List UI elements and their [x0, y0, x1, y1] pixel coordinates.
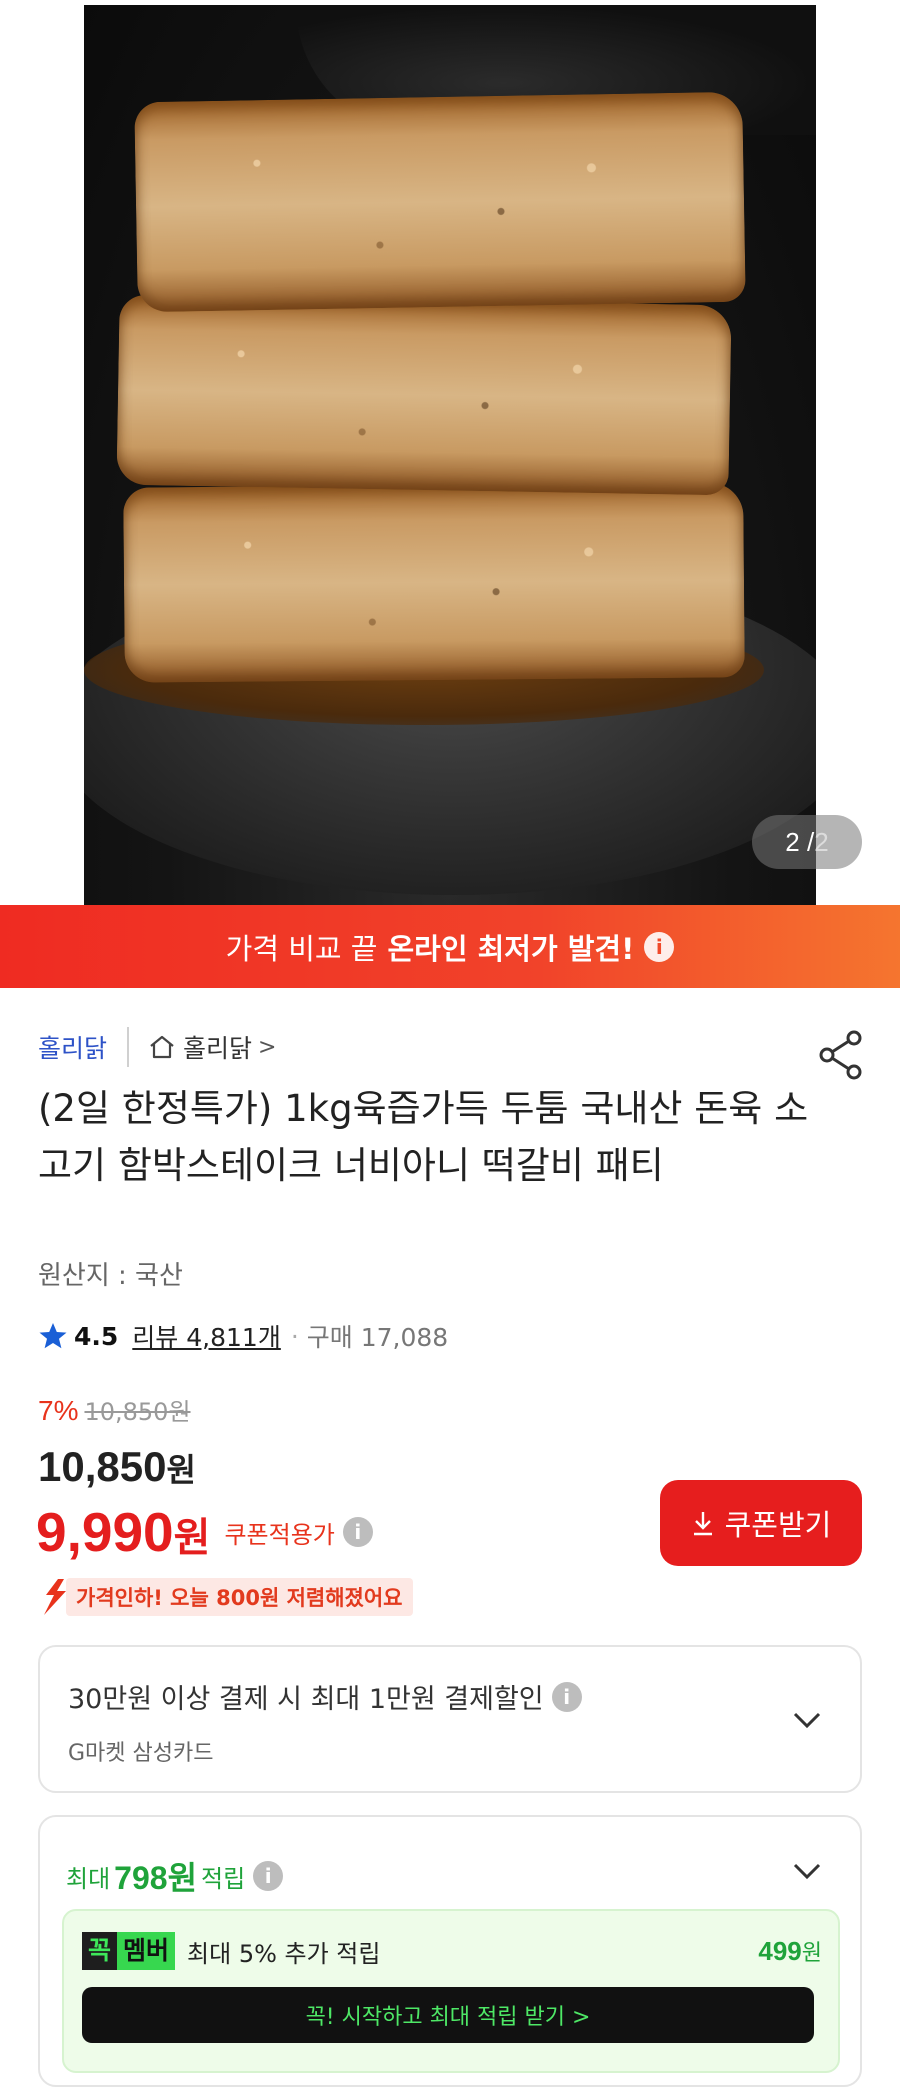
member-start-button[interactable]: 꼭! 시작하고 최대 적립 받기 > — [82, 1987, 814, 2043]
purchase-count: 구매 17,088 — [306, 1323, 449, 1352]
sale-price: 10,850원 — [38, 1443, 196, 1491]
points-suffix: 적립 — [201, 1864, 246, 1893]
info-icon[interactable]: i — [551, 1681, 582, 1712]
get-coupon-label: 쿠폰받기 — [724, 1508, 832, 1542]
member-amount-unit: 원 — [801, 1940, 822, 1965]
member-amount: 499원 — [758, 1935, 822, 1967]
info-icon[interactable]: i — [644, 931, 675, 962]
lowest-price-banner[interactable]: 가격 비교 끝 온라인 최저가 발견! i — [0, 905, 900, 988]
member-logo-b: 멤버 — [117, 1932, 176, 1970]
share-icon[interactable] — [818, 1030, 866, 1080]
divider — [127, 1027, 130, 1067]
chevron-down-icon[interactable] — [792, 1710, 822, 1730]
image-counter-current: 2 / — [785, 827, 815, 857]
points-amount: 798원 — [114, 1860, 198, 1896]
coupon-price-row: 9,990원 쿠폰적용가 i — [36, 1500, 373, 1564]
rating-score: 4.5 — [74, 1321, 119, 1351]
coupon-price-number: 9,990 — [36, 1501, 174, 1563]
home-icon — [150, 1035, 174, 1059]
get-coupon-button[interactable]: 쿠폰받기 — [660, 1480, 862, 1566]
image-counter: 2 /2 — [752, 815, 862, 869]
chevron-down-icon[interactable] — [792, 1861, 822, 1881]
reviews-link[interactable]: 리뷰 4,811개 — [132, 1318, 281, 1354]
seller-row: 홀리닭 홀리닭 > — [38, 1025, 276, 1069]
discount-rate: 7% — [38, 1395, 79, 1426]
patty-middle — [116, 294, 732, 496]
image-counter-total: 2 — [814, 827, 829, 857]
member-amount-number: 499 — [758, 1936, 802, 1966]
price-drop-text: 가격인하! 오늘 800원 저렴해졌어요 — [66, 1578, 413, 1616]
card-name: G마켓 삼성카드 — [68, 1741, 214, 1766]
chevron-right-icon: > — [258, 1034, 277, 1060]
card-discount-line: 30만원 이상 결제 시 최대 1만원 결제할인 i — [68, 1677, 582, 1716]
member-row: 꼭 멤버 최대 5% 추가 적립 499원 — [82, 1931, 822, 1971]
member-promo: 꼭 멤버 최대 5% 추가 적립 499원 꼭! 시작하고 최대 적립 받기 > — [62, 1909, 840, 2073]
member-logo-a: 꼭 — [82, 1932, 118, 1970]
coupon-price: 9,990원 — [36, 1500, 210, 1564]
patty-bottom — [123, 482, 745, 683]
rating-row: 4.5 리뷰 4,811개 · 구매 17,088 — [38, 1318, 448, 1354]
sale-price-unit: 원 — [166, 1452, 196, 1488]
info-icon[interactable]: i — [253, 1861, 284, 1891]
price-drop-badge: 가격인하! 오늘 800원 저렴해졌어요 — [38, 1577, 413, 1617]
points-box: 최대 798원 적립 i 꼭 멤버 최대 5% 추가 적립 499원 꼭! 시작하… — [38, 1815, 862, 2087]
coupon-price-label: 쿠폰적용가 — [224, 1520, 335, 1549]
original-price: 10,850원 — [84, 1398, 191, 1426]
banner-highlight: 온라인 최저가 발견! — [387, 931, 635, 966]
coupon-price-unit: 원 — [173, 1516, 211, 1560]
card-discount-box[interactable]: 30만원 이상 결제 시 최대 1만원 결제할인 i G마켓 삼성카드 — [38, 1645, 862, 1793]
card-discount-text: 30만원 이상 결제 시 최대 1만원 결제할인 — [68, 1684, 544, 1715]
sale-price-number: 10,850 — [38, 1443, 167, 1490]
star-icon — [39, 1323, 67, 1349]
points-header: 최대 798원 적립 i — [66, 1853, 284, 1899]
member-logo: 꼭 멤버 — [82, 1932, 176, 1970]
origin-text: 원산지 : 국산 — [38, 1261, 183, 1291]
member-text: 최대 5% 추가 적립 — [187, 1939, 381, 1968]
product-image-gallery[interactable]: 2 /2 — [0, 0, 900, 905]
brand-link[interactable]: 홀리닭 — [38, 1029, 107, 1065]
separator: · — [290, 1321, 299, 1351]
patty-top — [134, 91, 746, 313]
product-title: (2일 한정특가) 1kg육즙가득 두툼 국내산 돈육 소고기 함박스테이크 너… — [38, 1087, 809, 1187]
points-prefix: 최대 — [66, 1864, 111, 1893]
download-icon — [693, 1512, 712, 1536]
store-link[interactable]: 홀리닭 — [183, 1029, 252, 1065]
info-icon[interactable]: i — [342, 1517, 373, 1547]
product-photo — [84, 5, 816, 905]
discount-row: 7% 10,850원 — [38, 1392, 191, 1427]
banner-prefix: 가격 비교 끝 — [225, 931, 378, 966]
